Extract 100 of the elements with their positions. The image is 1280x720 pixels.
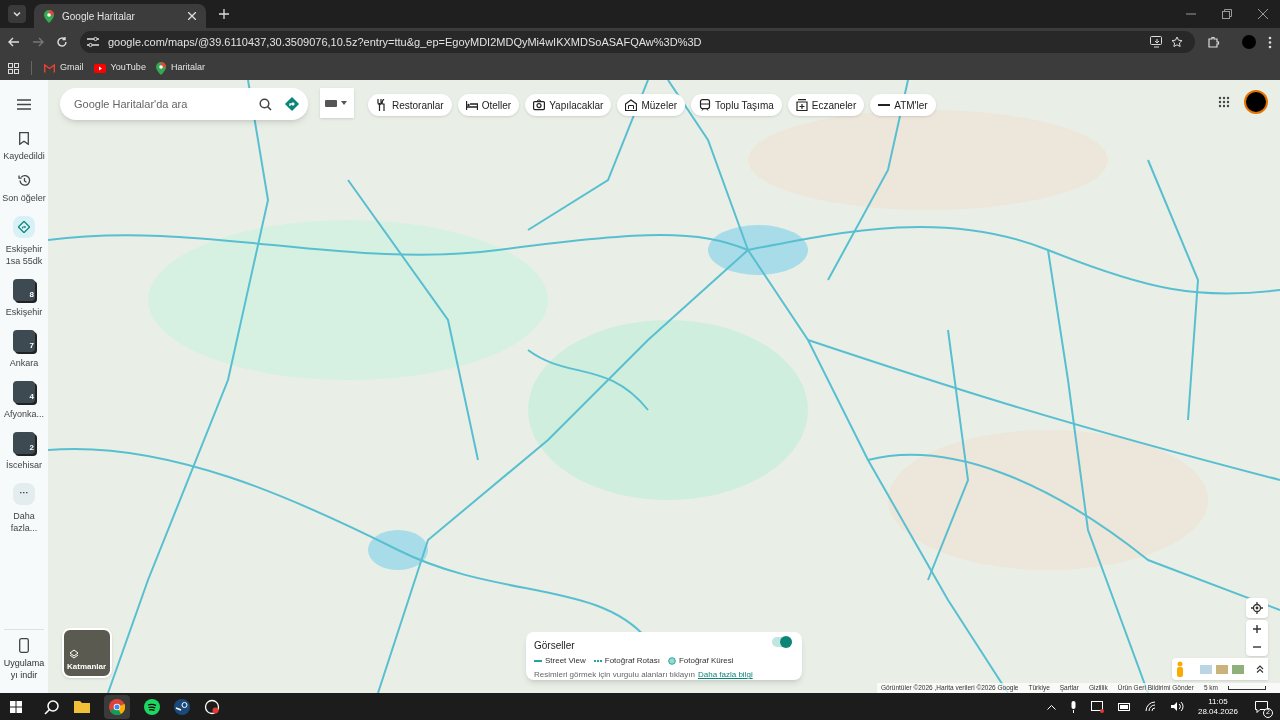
sidebar-item[interactable]: 8 Eskişehir (1, 279, 47, 318)
fork-knife-icon (376, 99, 388, 111)
forward-icon[interactable] (32, 36, 44, 48)
sidebar-label: Eskişehir 1sa 55dk (4, 243, 44, 267)
layers-icon (69, 649, 79, 659)
sidebar-label: Son öğeler (2, 192, 46, 204)
sidebar-label: Daha fazla... (9, 510, 39, 534)
extensions-icon[interactable] (1207, 35, 1220, 49)
tab-list-button[interactable] (8, 5, 26, 23)
apps-grid-icon[interactable] (8, 62, 19, 74)
map-type-thumbnail[interactable] (1216, 664, 1228, 674)
map-pin-icon (155, 61, 166, 75)
play-icon (93, 63, 106, 73)
photo-count: 2 (29, 442, 34, 454)
steam-icon[interactable] (174, 698, 190, 715)
map-type-thumbnail[interactable] (1200, 664, 1212, 674)
train-icon (699, 99, 712, 111)
volume-icon[interactable] (1170, 701, 1184, 712)
sidebar-item[interactable]: Kaydedildi (1, 132, 47, 162)
phone-icon (19, 638, 29, 653)
legend-title: Görseller (534, 639, 575, 653)
sidebar-item[interactable]: Eskişehir 1sa 55dk (1, 216, 47, 267)
photo-count: 4 (29, 391, 34, 403)
map-type-thumbnail[interactable] (1232, 664, 1244, 674)
address-bar[interactable]: google.com/maps/@39.6110437,30.3509076,10.5z?entry=ttu&g_ep=EgoyMDI2MDQyMi4wIKXMDSoASAFQAw%3D%3D (80, 31, 1195, 53)
sidebar-label: Eskişehir (4, 306, 44, 318)
chevron-up-icon[interactable] (1046, 703, 1056, 710)
microphone-icon[interactable] (1069, 700, 1077, 713)
plus-icon (1253, 625, 1261, 633)
close-icon[interactable] (1258, 9, 1268, 19)
category-chip[interactable]: ATM'ler (870, 94, 936, 116)
restore-icon[interactable] (1222, 9, 1232, 19)
sidebar-item[interactable]: 7 Ankara (1, 330, 47, 369)
location-target-icon (1251, 602, 1263, 614)
folder-icon[interactable] (74, 700, 90, 713)
wifi-icon[interactable] (1144, 701, 1157, 712)
search-input[interactable]: Google Haritalar'da ara (74, 95, 247, 113)
photo-count: 8 (29, 289, 34, 301)
sidebar-item[interactable]: 2 İscehisar (1, 432, 47, 471)
clock[interactable]: 11:05 28.04.2026 (1197, 696, 1238, 717)
scale-bar (1228, 686, 1266, 690)
search-icon[interactable] (44, 698, 60, 715)
expand-up-icon[interactable] (1256, 665, 1264, 673)
line-swatch (534, 660, 542, 662)
bookmark-icon (19, 132, 29, 145)
reload-icon[interactable] (56, 36, 68, 48)
monitor-icon[interactable] (1090, 700, 1104, 713)
close-tab-icon[interactable] (188, 12, 196, 20)
imagery-toggle[interactable] (772, 637, 792, 647)
category-chip[interactable]: Toplu Taşıma (691, 94, 782, 116)
map-pin-icon (44, 9, 54, 23)
sidebar-item[interactable]: 4 Afyonka... (1, 381, 47, 420)
sidebar-item[interactable]: Son öğeler (1, 174, 47, 204)
dashed-line-swatch (593, 660, 602, 662)
browser-tab[interactable]: Google Haritalar (34, 4, 206, 28)
search-icon[interactable] (259, 97, 272, 111)
spotify-icon[interactable] (144, 698, 160, 715)
category-chip[interactable]: Oteller (457, 94, 520, 116)
menu-dots-icon[interactable] (1268, 35, 1272, 49)
more-info-link[interactable]: Daha fazla bilgi (697, 669, 753, 681)
site-settings-icon[interactable] (86, 36, 100, 48)
bookmark-link[interactable]: Haritalar (155, 61, 205, 75)
mail-icon (44, 63, 55, 73)
circle-swatch (667, 657, 676, 665)
category-chip[interactable]: Eczaneler (787, 94, 865, 116)
plus-icon (219, 9, 229, 19)
legend-label: Fotoğraf Küresi (678, 655, 734, 667)
category-chip[interactable]: Müzeler (617, 94, 686, 116)
message-icon (1254, 700, 1268, 713)
chrome-icon (109, 698, 125, 715)
caret-icon (341, 101, 347, 105)
chevron-down-icon (12, 9, 22, 19)
search-field[interactable]: Google Haritalar'da ara (60, 88, 308, 120)
category-chip[interactable]: Yapılacaklar (525, 94, 612, 116)
input-tools-button[interactable] (320, 88, 354, 118)
directions-icon (18, 221, 30, 233)
sidebar-label: Afyonka... (3, 408, 45, 420)
install-app-icon[interactable] (1150, 36, 1163, 48)
battery-icon[interactable] (1117, 702, 1131, 711)
download-app-button[interactable]: Uygulamayı indir (1, 638, 47, 681)
browser-taskbar-button[interactable] (104, 694, 130, 719)
menu-icon (17, 98, 31, 110)
bookmark-link[interactable]: Gmail (44, 61, 84, 75)
legend-hint: Resimleri görmek için vurgulu alanları tıklayın (534, 669, 695, 681)
cross-icon (795, 99, 808, 111)
recording-app-icon[interactable] (204, 698, 220, 715)
bed-icon (465, 99, 478, 111)
layers-button[interactable]: Katmanlar (62, 628, 112, 678)
history-icon (17, 174, 31, 187)
sidebar-item[interactable]: ··· Daha fazla... (1, 483, 47, 534)
my-location-button[interactable] (1246, 598, 1268, 618)
back-icon[interactable] (8, 36, 20, 48)
sidebar-label: Ankara (8, 357, 40, 369)
minus-icon (1253, 643, 1261, 651)
category-chip[interactable]: Restoranlar (368, 94, 452, 116)
bookmark-link[interactable]: YouTube (93, 61, 146, 75)
sidebar-label: İscehisar (5, 459, 43, 471)
star-icon[interactable] (1171, 36, 1183, 48)
windows-start-icon[interactable] (10, 700, 22, 713)
google-apps-button[interactable] (1218, 96, 1230, 108)
